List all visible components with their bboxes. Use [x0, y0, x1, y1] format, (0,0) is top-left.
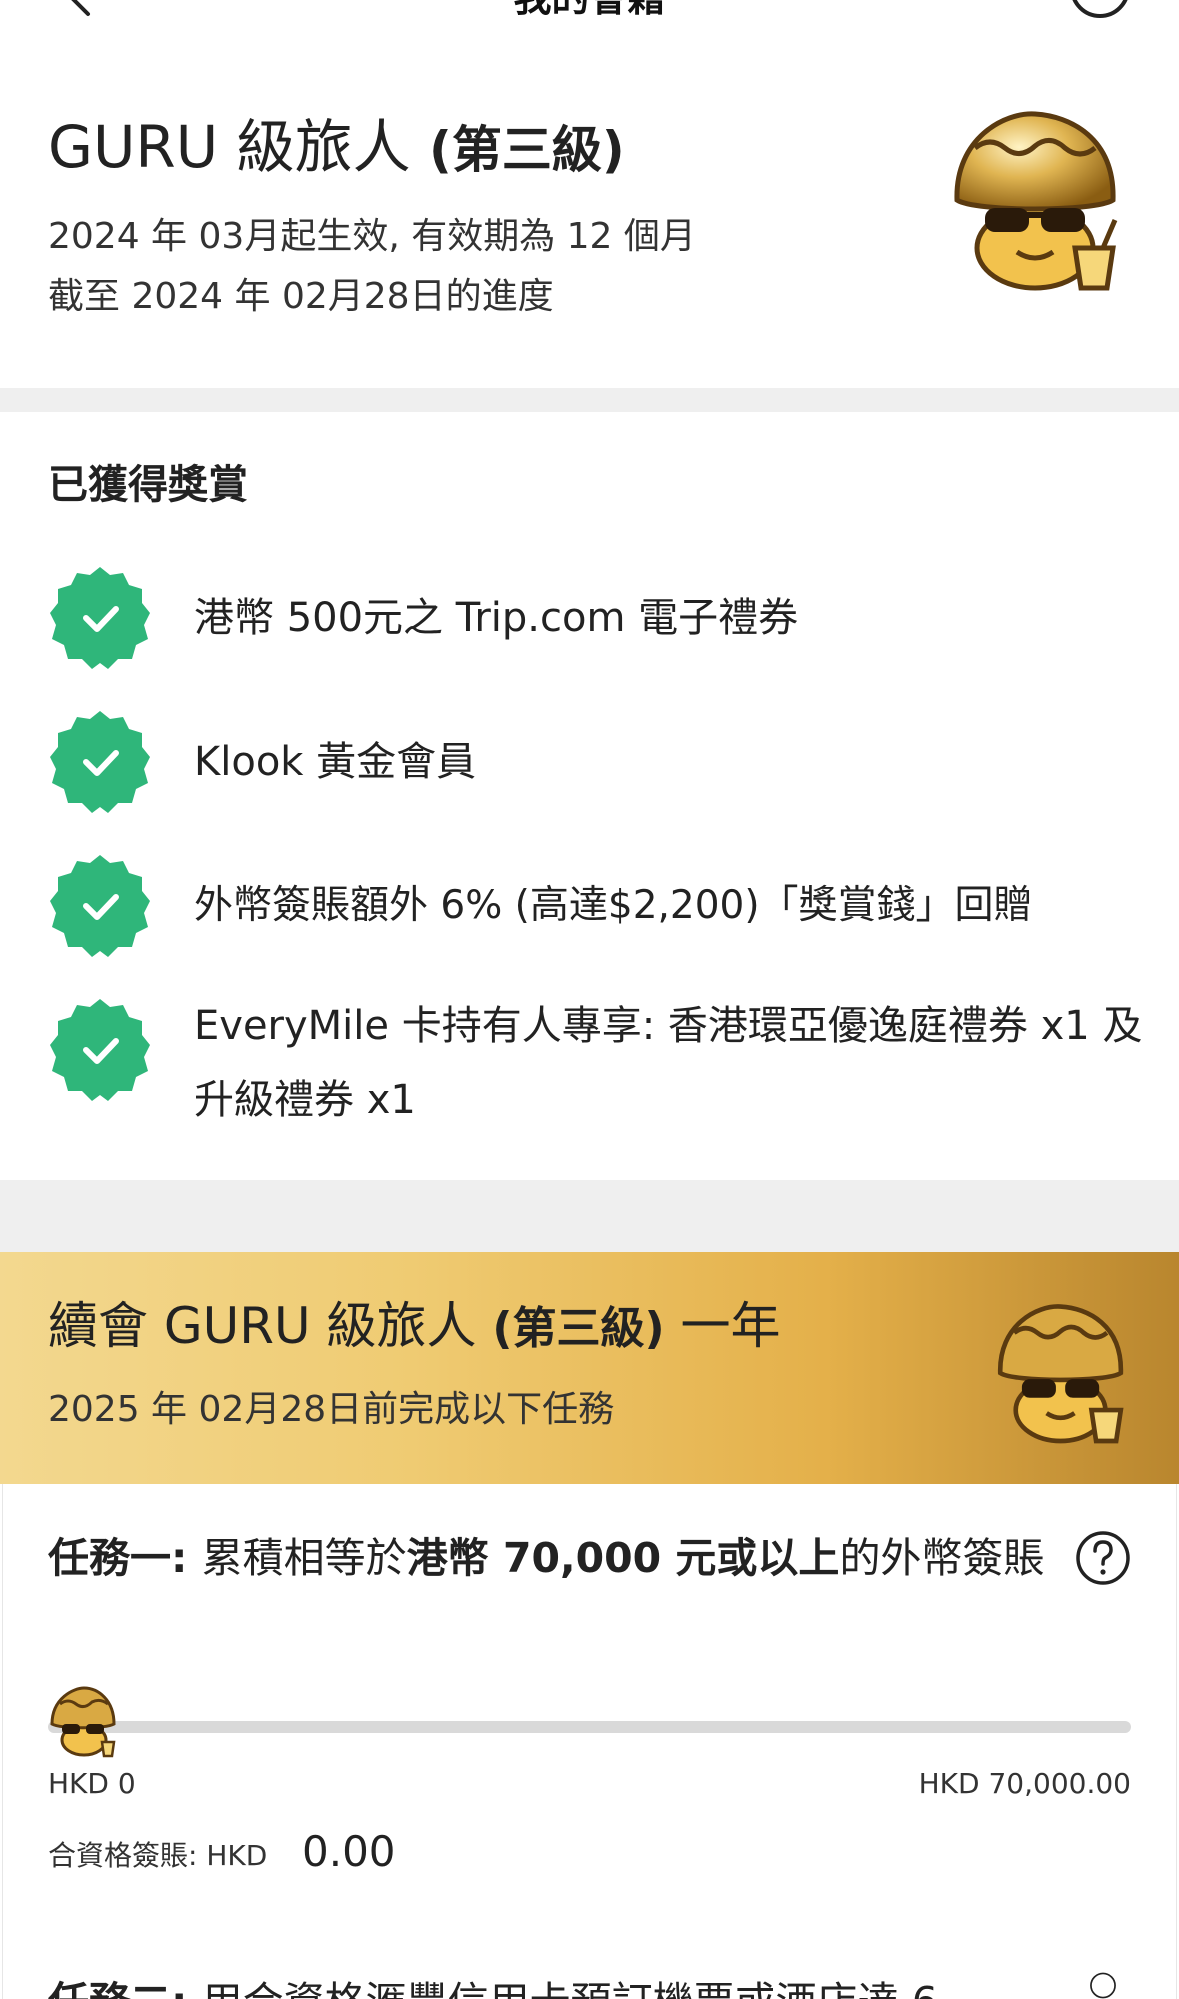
- page-title: 我的會籍: [0, 0, 1179, 18]
- task-two-description: 任務二: 用合資格滙豐信用卡預訂機票或酒店達 6: [48, 1966, 1048, 1999]
- renewal-deadline: 2025 年 02月28日前完成以下任務: [48, 1389, 615, 1430]
- renewal-title: 續會 GURU 級旅人 (第三級) 一年: [48, 1294, 781, 1361]
- renewal-title-suffix: 一年: [664, 1297, 781, 1355]
- reward-label: 外幣簽賬額外 6% (高達$2,200)「獎賞錢」回贈: [194, 883, 1033, 928]
- task-one-description: 任務一: 累積相等於港幣 70,000 元或以上的外幣簽賬: [48, 1524, 1048, 1592]
- task-one-progress-bar: [48, 1721, 1131, 1733]
- check-badge-icon: [50, 567, 150, 669]
- top-nav-bar: 我的會籍: [0, 0, 1179, 22]
- rewards-section: 已獲得獎賞 港幣 500元之 Trip.com 電子禮券 Klook 黃金會員 …: [48, 455, 1148, 1123]
- reward-item: EveryMile 卡持有人專享: 香港環亞優逸庭禮券 x1 及升級禮券 x1: [48, 995, 1148, 1145]
- reward-label: 港幣 500元之 Trip.com 電子禮券: [194, 595, 799, 641]
- progress-max-label: HKD 70,000.00: [918, 1767, 1131, 1800]
- eligible-spend-value: 0.00: [302, 1827, 396, 1876]
- task-one-help-icon[interactable]: [1075, 1530, 1131, 1586]
- guru-mascot-icon: [997, 1304, 1124, 1444]
- check-badge-icon: [50, 999, 150, 1101]
- section-divider: [0, 1180, 1179, 1252]
- tier-level: (第三級): [429, 121, 625, 179]
- reward-item: Klook 黃金會員: [48, 707, 1148, 817]
- progress-min-label: HKD 0: [48, 1767, 136, 1800]
- renewal-title-main: 續會 GURU 級旅人: [48, 1297, 493, 1355]
- guru-mascot-icon: [954, 111, 1118, 291]
- help-icon[interactable]: [1069, 0, 1131, 20]
- rewards-heading: 已獲得獎賞: [48, 462, 248, 508]
- renewal-banner: 續會 GURU 級旅人 (第三級) 一年 2025 年 02月28日前完成以下任…: [0, 1252, 1179, 1484]
- reward-item: 外幣簽賬額外 6% (高達$2,200)「獎賞錢」回贈: [48, 851, 1148, 961]
- task-one-prefix: 任務一:: [48, 1534, 202, 1582]
- reward-item: 港幣 500元之 Trip.com 電子禮券: [48, 563, 1148, 673]
- task-two-text: 用合資格滙豐信用卡預訂機票或酒店達 6: [202, 1978, 938, 1999]
- eligible-spend-label: 合資格簽賬: HKD: [48, 1839, 268, 1872]
- reward-label: Klook 黃金會員: [194, 739, 477, 785]
- task-one-text-b: 的外幣簽賬: [839, 1534, 1045, 1582]
- check-badge-icon: [50, 855, 150, 957]
- membership-status: GURU 級旅人 (第三級) 2024 年 03月起生效, 有效期為 12 個月…: [48, 112, 908, 327]
- task-one-text-a: 累積相等於: [201, 1534, 407, 1582]
- progress-date: 截至 2024 年 02月28日的進度: [48, 276, 554, 317]
- task-two-prefix: 任務二:: [48, 1978, 202, 1999]
- tier-title: GURU 級旅人 (第三級): [48, 112, 908, 185]
- section-divider: [0, 388, 1179, 412]
- effective-date: 2024 年 03月起生效, 有效期為 12 個月: [48, 216, 696, 257]
- reward-label: EveryMile 卡持有人專享: 香港環亞優逸庭禮券 x1 及升級禮券 x1: [194, 1003, 1143, 1123]
- renewal-title-level: (第三級): [492, 1303, 665, 1354]
- task-one-amount: 港幣 70,000 元或以上: [406, 1534, 840, 1582]
- task-two-help-icon[interactable]: [1075, 1972, 1131, 1999]
- tier-name: GURU 級旅人: [48, 113, 411, 181]
- progress-mascot-icon: [50, 1686, 116, 1758]
- check-badge-icon: [50, 711, 150, 813]
